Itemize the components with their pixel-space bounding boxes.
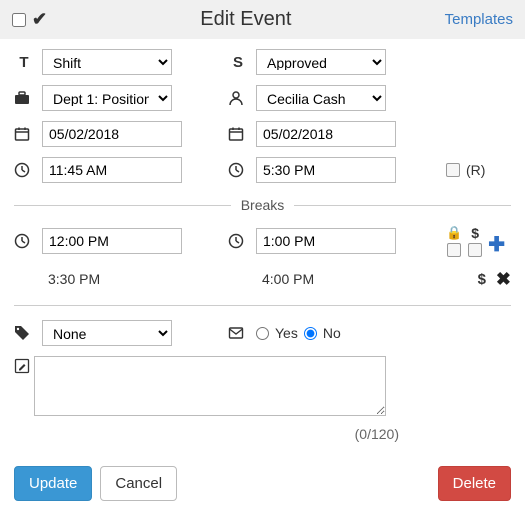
start-time-input[interactable] (42, 157, 182, 183)
update-button[interactable]: Update (14, 466, 92, 501)
tag-icon (14, 325, 34, 341)
break-lock-checkbox[interactable] (447, 243, 461, 257)
calendar-icon (228, 126, 248, 142)
status-select[interactable]: Approved (256, 49, 386, 75)
position-select[interactable]: Dept 1: Position 1 (42, 85, 172, 111)
dollar-icon: $ (478, 271, 486, 288)
type-label: T (14, 54, 34, 71)
dialog-title: Edit Event (47, 8, 445, 31)
calendar-icon (14, 126, 34, 142)
dialog-header: ✔ Edit Event Templates (0, 0, 525, 39)
break2-start-text: 3:30 PM (42, 267, 182, 291)
lock-icon: 🔒 (446, 225, 462, 241)
end-date-input[interactable] (256, 121, 396, 147)
notify-yes-radio[interactable] (256, 327, 269, 340)
checkmark-icon: ✔ (32, 9, 47, 30)
notes-textarea[interactable] (34, 356, 386, 416)
break-start-input[interactable] (42, 228, 182, 254)
edit-icon (14, 356, 34, 374)
delete-button[interactable]: Delete (438, 466, 511, 501)
dollar-icon: $ (471, 225, 479, 241)
envelope-icon (228, 325, 248, 341)
type-select[interactable]: Shift (42, 49, 172, 75)
status-label: S (228, 54, 248, 71)
notify-yes-label: Yes (275, 325, 298, 341)
templates-link[interactable]: Templates (445, 11, 513, 28)
break2-end-text: 4:00 PM (256, 267, 396, 291)
notify-no-radio[interactable] (304, 327, 317, 340)
tag-select[interactable]: None (42, 320, 172, 346)
break-end-input[interactable] (256, 228, 396, 254)
clock-icon (228, 162, 248, 178)
end-time-input[interactable] (256, 157, 396, 183)
briefcase-icon (14, 90, 34, 106)
notify-no-label: No (323, 325, 341, 341)
clock-icon (14, 162, 34, 178)
break-paid-checkbox[interactable] (468, 243, 482, 257)
repeat-label: (R) (466, 162, 485, 178)
clock-icon (228, 233, 248, 249)
remove-break-button[interactable]: ✖ (496, 269, 511, 290)
cancel-button[interactable]: Cancel (100, 466, 177, 501)
select-checkbox[interactable] (12, 13, 26, 27)
start-date-input[interactable] (42, 121, 182, 147)
notes-counter: (0/120) (14, 426, 511, 442)
breaks-divider: Breaks (14, 197, 511, 213)
employee-select[interactable]: Cecilia Cash (256, 85, 386, 111)
person-icon (228, 90, 248, 106)
breaks-label: Breaks (231, 197, 295, 213)
clock-icon (14, 233, 34, 249)
repeat-checkbox[interactable] (446, 163, 460, 177)
add-break-button[interactable]: ✚ (488, 232, 505, 257)
